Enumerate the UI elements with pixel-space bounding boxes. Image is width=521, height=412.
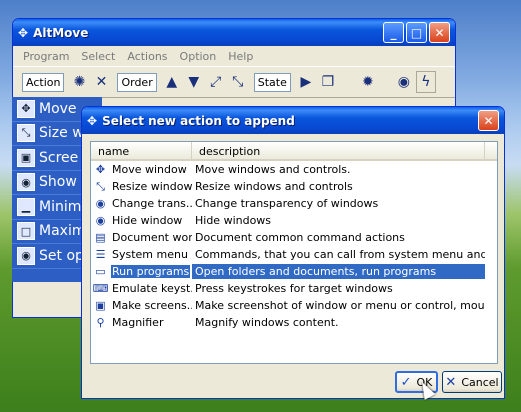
cancel-button[interactable]: ✕ Cancel	[442, 371, 502, 393]
listview-header: name description	[91, 142, 497, 161]
toolbar: Action ✺ ✕ Order ▲ ▼ ⤢ ⤡ State ▶ ❐ ✹ ◉ ϟ	[13, 66, 455, 98]
table-row[interactable]: ⤡ Resize window Resize windows and control…	[91, 178, 497, 195]
delete-icon[interactable]: ✕	[91, 71, 111, 93]
eye-icon: ◉	[17, 246, 35, 265]
cancel-button-label: Cancel	[461, 375, 499, 389]
dialog-body: name description ✥ Move window Move window…	[86, 138, 502, 394]
row-description: Make screenshot of window or menu or con…	[195, 299, 485, 312]
column-name[interactable]: name	[91, 142, 192, 161]
row-name: System menu	[112, 248, 188, 261]
main-titlebar[interactable]: ✥ AltMove _ □ ✕	[13, 19, 455, 46]
row-description: Document common command actions	[195, 231, 405, 244]
select-action-dialog: ✥ Select new action to append ✕ name des…	[81, 106, 505, 399]
move-icon: ✥	[17, 99, 35, 118]
eye-icon: ◉	[95, 197, 106, 210]
row-description: Resize windows and controls	[195, 180, 353, 193]
table-row[interactable]: ◉ Change trans... Change transparency of w…	[91, 195, 497, 212]
menu-select[interactable]: Select	[81, 50, 115, 63]
system-menu-icon: ☰	[95, 248, 106, 261]
row-name-cell: ◉ Hide window	[91, 214, 192, 228]
row-name: Resize window	[112, 180, 192, 193]
row-name: Hide window	[112, 214, 183, 227]
row-description: Press keystrokes for target windows	[195, 282, 393, 295]
dialog-app-icon: ✥	[87, 113, 98, 128]
row-name: Run programs	[111, 265, 191, 278]
add-action-icon[interactable]: ✺	[69, 71, 89, 93]
row-name-cell: ⌨ Emulate keyst...	[91, 282, 192, 296]
minimize-button[interactable]: _	[383, 22, 404, 43]
maximize-button[interactable]: □	[406, 22, 427, 43]
menu-actions[interactable]: Actions	[127, 50, 167, 63]
row-name-cell: ▭ Run programs	[91, 265, 192, 279]
document-icon: ▤	[95, 231, 106, 244]
eye-icon[interactable]: ◉	[394, 71, 414, 93]
maximize-icon: □	[17, 222, 35, 241]
row-name-cell: ▤ Document work	[91, 231, 192, 245]
order-label: Order	[117, 72, 157, 92]
screenshot-icon: ▣	[95, 299, 106, 312]
dialog-title: Select new action to append	[102, 113, 295, 128]
move-icon: ✥	[95, 163, 106, 176]
menu-option[interactable]: Option	[180, 50, 217, 63]
table-row[interactable]: ▣ Make screens... Make screenshot of windo…	[91, 297, 497, 314]
windows-icon[interactable]: ❐	[318, 71, 338, 93]
minimize-icon: ▁	[17, 197, 35, 216]
eye-icon: ◉	[95, 214, 106, 227]
expand-icon[interactable]: ⤢	[206, 71, 226, 93]
row-name-cell: ▣ Make screens...	[91, 299, 192, 313]
row-description: Move windows and controls.	[195, 163, 351, 176]
eye-icon: ◉	[17, 173, 35, 192]
row-name: Emulate keyst...	[112, 282, 192, 295]
table-row[interactable]: ▤ Document work Document common command ac…	[91, 229, 497, 246]
app-icon: ✥	[18, 25, 29, 40]
table-row[interactable]: ⚲ Magnifier Magnify windows content.	[91, 314, 497, 331]
table-row[interactable]: ▭ Run programs Open folders and documents,…	[91, 263, 497, 280]
resize-icon: ⤡	[96, 179, 105, 193]
run-icon: ▭	[95, 265, 106, 278]
row-description: Magnify windows content.	[195, 316, 339, 329]
table-row[interactable]: ☰ System menu Commands, that you can call …	[91, 246, 497, 263]
row-name: Document work	[112, 231, 192, 244]
menubar: Program Select Actions Option Help	[13, 46, 455, 66]
action-listview: name description ✥ Move window Move window…	[90, 141, 498, 364]
column-description[interactable]: description	[192, 142, 485, 161]
row-name: Make screens...	[112, 299, 192, 312]
row-name: Magnifier	[112, 316, 164, 329]
checkmark-icon: ✓	[400, 374, 412, 390]
move-up-icon[interactable]: ▲	[162, 71, 182, 93]
keyboard-icon: ⌨	[92, 282, 109, 295]
row-name: Move window	[112, 163, 187, 176]
row-name-cell: ✥ Move window	[91, 163, 192, 177]
table-row[interactable]: ✥ Move window Move windows and controls.	[91, 161, 497, 178]
screen-icon: ▣	[17, 148, 35, 167]
move-down-icon[interactable]: ▼	[184, 71, 204, 93]
cancel-icon: ✕	[445, 374, 457, 390]
dialog-titlebar[interactable]: ✥ Select new action to append ✕	[82, 107, 504, 134]
play-icon[interactable]: ▶	[296, 71, 316, 93]
state-label: State	[253, 72, 291, 92]
resize-icon: ⤡	[17, 124, 35, 143]
listview-rows: ✥ Move window Move windows and controls. ⤡ R…	[91, 161, 497, 331]
row-description: Hide windows	[195, 214, 272, 227]
dialog-close-button[interactable]: ✕	[478, 110, 499, 131]
table-row[interactable]: ◉ Hide window Hide windows	[91, 212, 497, 229]
main-window-title: AltMove	[33, 25, 89, 40]
row-name-cell: ◉ Change trans...	[91, 197, 192, 211]
menu-help[interactable]: Help	[228, 50, 253, 63]
row-name-cell: ⚲ Magnifier	[91, 316, 192, 330]
gear-icon[interactable]: ✹	[358, 71, 378, 93]
action-label: Action	[22, 72, 65, 92]
main-close-button[interactable]: ✕	[429, 22, 450, 43]
row-description: Change transparency of windows	[195, 197, 379, 210]
lightning-icon[interactable]: ϟ	[415, 71, 436, 93]
menu-program[interactable]: Program	[23, 50, 69, 63]
row-description: Commands, that you can call from system …	[195, 248, 485, 261]
row-name-cell: ☰ System menu	[91, 248, 192, 262]
row-description: Open folders and documents, run programs	[192, 264, 485, 279]
collapse-icon[interactable]: ⤡	[228, 71, 248, 93]
magnifier-icon: ⚲	[96, 316, 105, 329]
table-row[interactable]: ⌨ Emulate keyst... Press keystrokes for ta…	[91, 280, 497, 297]
row-name: Change trans...	[112, 197, 192, 210]
row-name-cell: ⤡ Resize window	[91, 180, 192, 194]
